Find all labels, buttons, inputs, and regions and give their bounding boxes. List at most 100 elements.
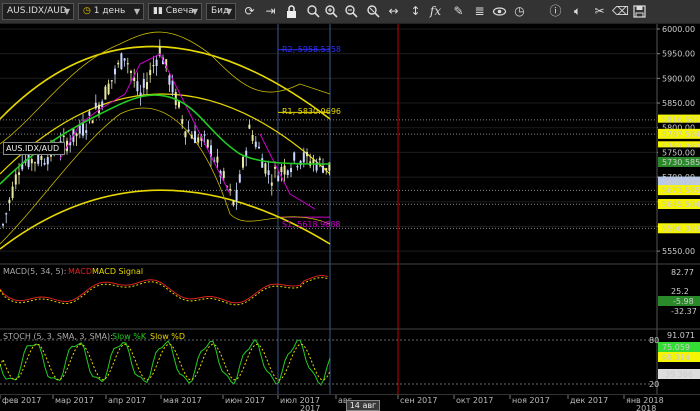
price-badge-label: 5730.585: [662, 158, 700, 167]
candle-body: [5, 213, 8, 215]
candle-body: [149, 69, 152, 76]
arc-upper: [0, 45, 331, 120]
zoom-out-icon[interactable]: [344, 4, 359, 19]
candle-body: [312, 159, 315, 164]
macd-tick-label: 82.77: [671, 268, 694, 277]
candle-body: [261, 158, 264, 168]
time-tick-label: июн 2017: [225, 396, 265, 405]
candle-body: [318, 158, 321, 161]
tools-icon[interactable]: ✂: [592, 4, 607, 19]
candle-body: [88, 111, 91, 116]
chevron-down-icon: ▼: [63, 7, 70, 16]
clock-icon[interactable]: ◷: [512, 4, 527, 19]
timeframe-dropdown-label: 1 день: [93, 6, 126, 16]
chevron-down-icon: ▼: [133, 7, 140, 16]
candle-body: [117, 62, 120, 65]
stoch-d-line: [0, 343, 331, 381]
candle-body: [216, 156, 219, 163]
chart-type-dropdown[interactable]: ▮▮ Свеча ▼: [148, 3, 202, 20]
symbol-dropdown[interactable]: AUS.IDX/AUD ▼: [2, 3, 74, 20]
stochastic-pane: STOCH (5, 3, SMA, 3, SMA): Slow %K Slow …: [0, 328, 700, 389]
candle-body: [107, 83, 110, 95]
candle-body: [120, 53, 123, 70]
zoom-in-icon[interactable]: [324, 4, 339, 19]
symbol-label: AUS.IDX/AUD: [3, 142, 65, 155]
price-badge-label: 5596.303: [662, 224, 700, 233]
candle-body: [277, 175, 280, 182]
trash-icon[interactable]: ⌫: [612, 4, 629, 19]
candle-body: [286, 170, 289, 175]
candle-icon: ▮▮: [153, 6, 163, 16]
macd-tick-label: 25.2: [671, 287, 689, 296]
price-tick-label: 5950.00: [662, 50, 695, 59]
year-label: 2017: [300, 404, 320, 411]
candle-body: [168, 75, 171, 85]
macd-tick-label: -32.37: [671, 307, 697, 316]
candle-body: [184, 131, 187, 138]
candle-body: [146, 82, 148, 90]
candle-body: [190, 134, 193, 139]
candle-body: [46, 157, 49, 165]
candle-body: [75, 133, 78, 137]
pencil-icon[interactable]: ✎: [451, 4, 466, 19]
candle-body: [203, 134, 206, 136]
layers-icon[interactable]: ≣: [472, 4, 487, 19]
refresh-icon[interactable]: ⟳: [242, 4, 257, 19]
eye-icon[interactable]: [492, 4, 507, 19]
candle-body: [290, 168, 292, 173]
candle-body: [322, 165, 324, 173]
clock-small-icon: ◷: [83, 6, 91, 16]
timeframe-dropdown[interactable]: ◷ 1 день ▼: [78, 3, 144, 20]
chart-canvas[interactable]: R2, 5958.5358 R1, 5830.9696 S1, 5618.988…: [0, 24, 700, 400]
candle-body: [110, 80, 113, 82]
candle-body: [274, 166, 276, 169]
candle-body: [267, 170, 270, 175]
candle-body: [126, 63, 129, 65]
stoch-k-line: [0, 338, 331, 386]
time-tick-label: мар 2017: [55, 396, 94, 405]
candle-body: [283, 165, 286, 175]
candle-body: [181, 119, 184, 124]
candle-body: [40, 156, 43, 160]
candle-body: [206, 139, 209, 148]
time-tick-label: ноя 2017: [512, 396, 550, 405]
time-tick-label: апр 2017: [108, 396, 146, 405]
price-badge-label: 5787.584: [662, 130, 700, 139]
candle-body: [232, 200, 235, 206]
candle-body: [197, 137, 200, 143]
price-badge-label: 5750.00: [662, 148, 695, 157]
lock-icon[interactable]: [284, 4, 299, 19]
forward-icon[interactable]: ⇥: [263, 4, 278, 19]
candle-body: [2, 224, 4, 226]
resize-vertical-icon[interactable]: ↕: [408, 4, 423, 19]
price-tick-label: 5900.00: [662, 74, 695, 83]
candle-body: [171, 80, 174, 93]
candle-body: [34, 162, 36, 164]
zoom-reset-icon[interactable]: [366, 4, 381, 19]
price-tick-label: 5850.00: [662, 99, 695, 108]
price-type-dropdown[interactable]: Бид ▼: [206, 3, 236, 20]
function-icon[interactable]: fx: [428, 4, 443, 19]
candle-body: [94, 102, 97, 109]
time-tick-label: мая 2017: [163, 396, 202, 405]
candle-body: [133, 77, 136, 81]
candle-body: [251, 134, 254, 141]
candle-body: [11, 186, 14, 199]
price-tick-label: 5550.00: [662, 247, 695, 256]
candle-body: [258, 146, 260, 149]
candle-body: [306, 151, 308, 157]
resize-horizontal-icon[interactable]: ↔: [386, 4, 401, 19]
band-upper: [0, 31, 331, 145]
stoch-legend-d: Slow %D: [150, 332, 185, 341]
candle-body: [152, 64, 155, 67]
chevron-down-icon: ▼: [225, 7, 232, 16]
candle-body: [91, 120, 94, 124]
symbol-dropdown-label: AUS.IDX/AUD: [7, 6, 67, 16]
sound-icon[interactable]: 🔈︎: [570, 4, 585, 19]
zoom-icon[interactable]: [306, 4, 321, 19]
chart-area[interactable]: R2, 5958.5358 R1, 5830.9696 S1, 5618.988…: [0, 24, 700, 400]
info-icon[interactable]: ⓘ: [548, 4, 563, 19]
candle-body: [296, 166, 299, 168]
candle-body: [270, 182, 273, 186]
save-icon[interactable]: [632, 4, 647, 19]
